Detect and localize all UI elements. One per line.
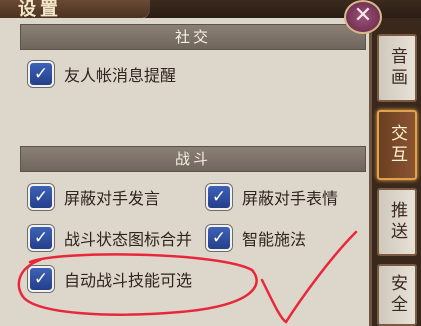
option-label: 屏蔽对手发言 <box>64 189 161 208</box>
checkbox-merge-status-icons[interactable]: ✓ <box>28 225 54 251</box>
option-merge-status-icons[interactable]: ✓ 战斗状态图标合并 <box>28 224 192 252</box>
tab-security[interactable]: 安全 <box>377 264 417 326</box>
option-auto-battle-skill-select[interactable]: ✓ 自动战斗技能可选 <box>28 265 192 293</box>
section-header-social: 社交 <box>20 24 366 50</box>
checkbox-smart-cast[interactable]: ✓ <box>206 225 232 251</box>
tab-interaction[interactable]: 交互 <box>377 110 417 180</box>
checkbox-auto-battle-skill-select[interactable]: ✓ <box>28 266 54 292</box>
option-label: 友人帐消息提醒 <box>64 66 177 85</box>
tab-audio-video[interactable]: 音画 <box>377 34 417 102</box>
checkbox-block-opponent-chat[interactable]: ✓ <box>28 184 54 210</box>
option-smart-cast[interactable]: ✓ 智能施法 <box>206 224 306 252</box>
title-tab: 设置 <box>0 0 150 20</box>
option-friend-notify[interactable]: ✓ 友人帐消息提醒 <box>28 60 176 88</box>
close-icon[interactable]: ✕ <box>344 0 382 34</box>
tab-push[interactable]: 推送 <box>377 188 417 256</box>
option-label: 智能施法 <box>242 230 307 249</box>
option-label: 战斗状态图标合并 <box>64 230 193 249</box>
checkbox-friend-notify[interactable]: ✓ <box>28 61 54 87</box>
checkbox-block-opponent-emote[interactable]: ✓ <box>206 184 232 210</box>
tab-label: 交互 <box>387 124 407 166</box>
option-block-opponent-chat[interactable]: ✓ 屏蔽对手发言 <box>28 183 160 211</box>
settings-panel: 社交 ✓ 友人帐消息提醒 战斗 ✓ 屏蔽对手发言 ✓ 屏蔽对手表情 ✓ 战斗状态… <box>0 18 372 326</box>
tab-label: 推送 <box>387 201 407 243</box>
option-block-opponent-emote[interactable]: ✓ 屏蔽对手表情 <box>206 183 338 211</box>
tab-label: 安全 <box>387 274 407 316</box>
option-label: 自动战斗技能可选 <box>64 271 193 290</box>
option-label: 屏蔽对手表情 <box>242 189 339 208</box>
section-header-battle: 战斗 <box>20 146 366 172</box>
tab-label: 音画 <box>387 47 407 89</box>
side-tab-bar: 音画 交互 推送 安全 <box>372 18 421 326</box>
